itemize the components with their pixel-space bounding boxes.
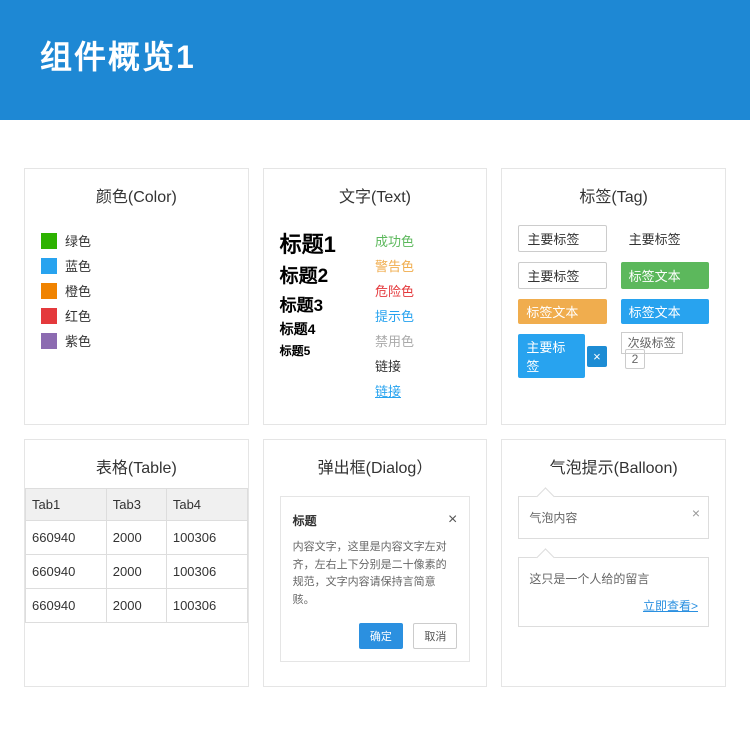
tag-primary-outline-2[interactable]: 主要标签 <box>518 262 606 289</box>
table-row: 6609402000100306 <box>26 589 248 623</box>
balloon-text: 这只是一个人给的留言 <box>529 572 649 586</box>
table-cell: 2000 <box>106 555 166 589</box>
color-row: 红色 <box>41 306 232 325</box>
close-icon[interactable]: × <box>448 511 457 529</box>
tag-secondary-group: 次级标签 2 <box>621 334 709 378</box>
balloon-card-title: 气泡提示(Balloon) <box>502 440 725 488</box>
tag-orange[interactable]: 标签文本 <box>518 299 606 324</box>
table-cell: 660940 <box>26 555 107 589</box>
tag-card-title: 标签(Tag) <box>502 169 725 217</box>
close-icon[interactable]: × <box>692 505 700 521</box>
heading-4: 标题4 <box>280 319 375 339</box>
table-header[interactable]: Tab3 <box>106 489 166 521</box>
color-swatch <box>41 283 57 299</box>
dialog-title: 标题 <box>293 512 317 529</box>
color-swatch <box>41 233 57 249</box>
state-success: 成功色 <box>375 231 470 250</box>
dialog-body-text: 内容文字，这里是内容文字左对齐，左右上下分别是二十像素的规范，文字内容请保持言简… <box>293 539 458 609</box>
color-label: 绿色 <box>65 231 91 250</box>
state-disabled: 禁用色 <box>375 331 470 350</box>
state-danger: 危险色 <box>375 281 470 300</box>
dialog-box: 标题 × 内容文字，这里是内容文字左对齐，左右上下分别是二十像素的规范，文字内容… <box>280 496 471 662</box>
state-info: 提示色 <box>375 306 470 325</box>
color-label: 红色 <box>65 306 91 325</box>
balloon-tip-2: 这只是一个人给的留言 立即查看> <box>518 557 709 627</box>
tag-closable-label: 主要标签 <box>518 334 585 378</box>
confirm-button[interactable]: 确定 <box>359 623 403 649</box>
text-card: 文字(Text) 标题1 标题2 标题3 标题4 标题5 成功色 警告色 危险色… <box>263 168 488 425</box>
tag-primary-plain[interactable]: 主要标签 <box>621 225 709 252</box>
color-label: 蓝色 <box>65 256 91 275</box>
tag-badge: 2 <box>625 349 646 369</box>
color-row: 橙色 <box>41 281 232 300</box>
dialog-card-title: 弹出框(Dialog） <box>264 440 487 488</box>
color-card: 颜色(Color) 绿色蓝色橙色红色紫色 <box>24 168 249 425</box>
balloon-card: 气泡提示(Balloon) 气泡内容 × 这只是一个人给的留言 立即查看> <box>501 439 726 687</box>
table-cell: 100306 <box>166 589 247 623</box>
color-swatch <box>41 308 57 324</box>
page-banner: 组件概览1 <box>0 0 750 120</box>
tag-primary-outline[interactable]: 主要标签 <box>518 225 606 252</box>
text-card-title: 文字(Text) <box>264 169 487 217</box>
color-card-title: 颜色(Color) <box>25 169 248 217</box>
color-swatch <box>41 333 57 349</box>
table-header[interactable]: Tab1 <box>26 489 107 521</box>
table-card: 表格(Table) Tab1Tab3Tab4 66094020001003066… <box>24 439 249 687</box>
heading-2: 标题2 <box>280 261 375 288</box>
color-swatch <box>41 258 57 274</box>
cancel-button[interactable]: 取消 <box>413 623 457 649</box>
heading-3: 标题3 <box>280 291 375 316</box>
table-header[interactable]: Tab4 <box>166 489 247 521</box>
heading-5: 标题5 <box>280 342 375 359</box>
color-label: 橙色 <box>65 281 91 300</box>
balloon-text: 气泡内容 <box>529 511 577 525</box>
table-cell: 2000 <box>106 589 166 623</box>
data-table: Tab1Tab3Tab4 660940200010030666094020001… <box>25 488 248 623</box>
tag-blue[interactable]: 标签文本 <box>621 299 709 324</box>
table-cell: 100306 <box>166 555 247 589</box>
state-warning: 警告色 <box>375 256 470 275</box>
page-title: 组件概览1 <box>40 32 710 78</box>
component-grid: 颜色(Color) 绿色蓝色橙色红色紫色 文字(Text) 标题1 标题2 标题… <box>0 120 750 687</box>
table-cell: 660940 <box>26 521 107 555</box>
tag-card: 标签(Tag) 主要标签 主要标签 主要标签 标签文本 标签文本 标签文本 主要… <box>501 168 726 425</box>
color-label: 紫色 <box>65 331 91 350</box>
table-cell: 660940 <box>26 589 107 623</box>
tag-closable[interactable]: 主要标签 × <box>518 334 606 378</box>
states-column: 成功色 警告色 危险色 提示色 禁用色 链接 链接 <box>375 225 470 406</box>
close-icon[interactable]: × <box>587 346 607 367</box>
state-link-active[interactable]: 链接 <box>375 381 470 400</box>
balloon-tip-1: 气泡内容 × <box>518 496 709 539</box>
table-row: 6609402000100306 <box>26 521 248 555</box>
balloon-link[interactable]: 立即查看> <box>529 597 698 614</box>
tag-green[interactable]: 标签文本 <box>621 262 709 289</box>
color-row: 紫色 <box>41 331 232 350</box>
color-row: 蓝色 <box>41 256 232 275</box>
table-cell: 2000 <box>106 521 166 555</box>
heading-1: 标题1 <box>280 227 375 259</box>
table-row: 6609402000100306 <box>26 555 248 589</box>
headings-column: 标题1 标题2 标题3 标题4 标题5 <box>280 225 375 406</box>
table-card-title: 表格(Table) <box>25 440 248 488</box>
table-cell: 100306 <box>166 521 247 555</box>
dialog-card: 弹出框(Dialog） 标题 × 内容文字，这里是内容文字左对齐，左右上下分别是… <box>263 439 488 687</box>
color-row: 绿色 <box>41 231 232 250</box>
state-link[interactable]: 链接 <box>375 356 470 375</box>
